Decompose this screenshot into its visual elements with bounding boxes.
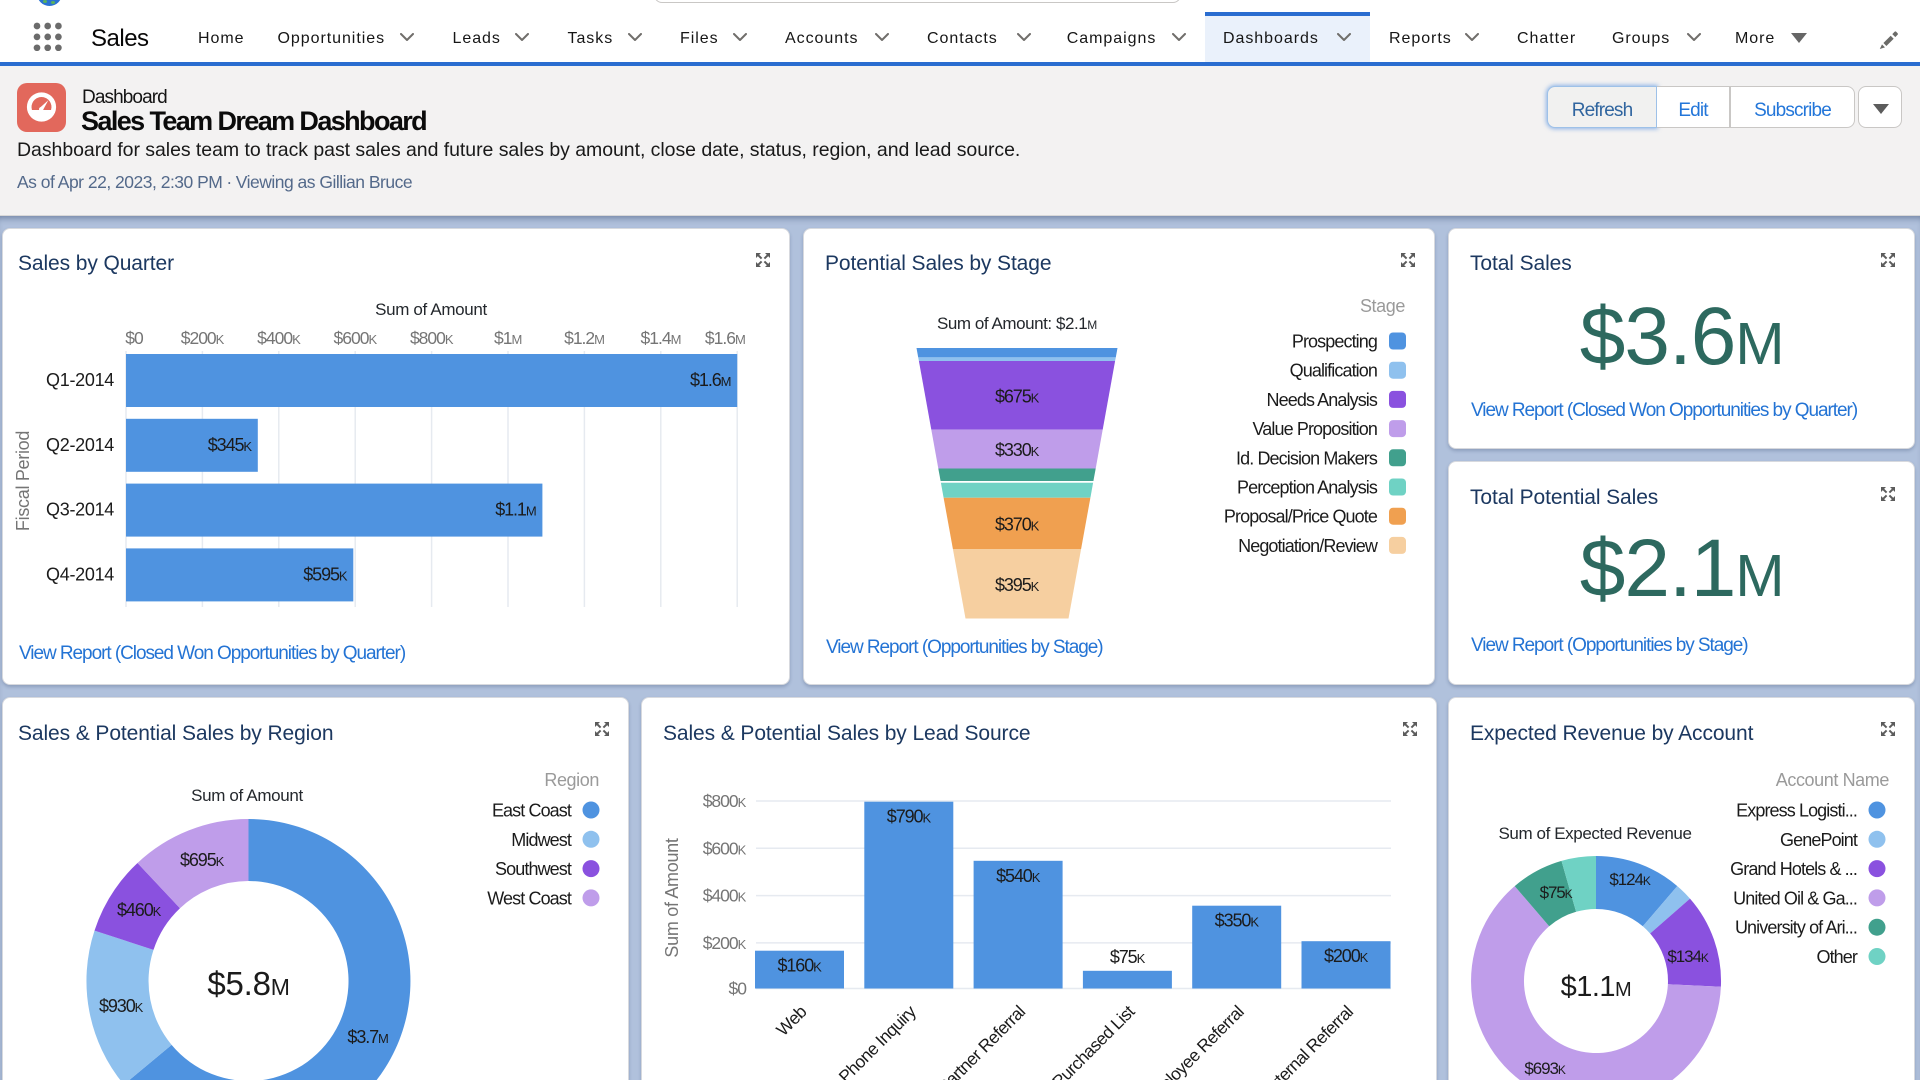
svg-text:Express Logisti...: Express Logisti... xyxy=(1736,801,1857,821)
svg-text:Q4-2014: Q4-2014 xyxy=(46,564,114,584)
svg-text:GenePoint: GenePoint xyxy=(1780,830,1858,850)
svg-text:Qualification: Qualification xyxy=(1290,361,1377,381)
svg-text:Needs Analysis: Needs Analysis xyxy=(1267,390,1378,410)
svg-text:$1.1M: $1.1M xyxy=(1561,971,1632,1003)
svg-text:$0: $0 xyxy=(125,328,144,348)
svg-text:$5.8M: $5.8M xyxy=(207,965,289,1002)
svg-text:Value Proposition: Value Proposition xyxy=(1253,419,1377,439)
svg-text:$1.6M: $1.6M xyxy=(705,328,746,348)
svg-text:$200K: $200K xyxy=(181,328,225,348)
svg-text:$600K: $600K xyxy=(334,328,378,348)
svg-text:Purchased List: Purchased List xyxy=(1048,1001,1139,1080)
svg-text:Southwest: Southwest xyxy=(495,859,572,879)
svg-text:Sum of Amount: Sum of Amount xyxy=(662,838,682,957)
svg-text:East Coast: East Coast xyxy=(492,801,572,821)
svg-text:Midwest: Midwest xyxy=(511,830,572,850)
svg-text:Prospecting: Prospecting xyxy=(1292,332,1377,352)
svg-text:Region: Region xyxy=(544,770,599,790)
svg-text:Q3-2014: Q3-2014 xyxy=(46,500,114,520)
svg-text:Id. Decision Makers: Id. Decision Makers xyxy=(1236,448,1378,468)
svg-text:Partner Referral: Partner Referral xyxy=(934,1002,1029,1080)
svg-text:Other: Other xyxy=(1816,947,1857,967)
svg-text:Sum of Amount: $2.1M: Sum of Amount: $2.1M xyxy=(937,314,1097,333)
svg-text:$1.2M: $1.2M xyxy=(564,328,605,348)
svg-text:$1M: $1M xyxy=(494,328,522,348)
svg-text:$600K: $600K xyxy=(703,838,747,858)
svg-text:$2.1M: $2.1M xyxy=(1580,523,1784,614)
svg-text:Account Name: Account Name xyxy=(1776,770,1890,790)
svg-text:$1.4M: $1.4M xyxy=(641,328,682,348)
svg-text:Stage: Stage xyxy=(1360,296,1405,316)
svg-text:Sum of Expected Revenue: Sum of Expected Revenue xyxy=(1498,824,1691,843)
svg-text:Sum of Amount: Sum of Amount xyxy=(191,786,303,805)
svg-text:Q2-2014: Q2-2014 xyxy=(46,435,114,455)
svg-text:Phone Inquiry: Phone Inquiry xyxy=(835,1001,921,1080)
svg-text:$400K: $400K xyxy=(703,886,747,906)
svg-text:$400K: $400K xyxy=(257,328,301,348)
svg-text:$200K: $200K xyxy=(703,933,747,953)
svg-text:$3.6M: $3.6M xyxy=(1580,291,1784,382)
svg-text:West Coast: West Coast xyxy=(487,888,572,908)
svg-text:United Oil & Ga...: United Oil & Ga... xyxy=(1733,888,1857,908)
svg-text:University of Ari...: University of Ari... xyxy=(1735,918,1857,938)
svg-text:Perception Analysis: Perception Analysis xyxy=(1237,478,1378,498)
svg-text:Web: Web xyxy=(772,1002,810,1040)
svg-text:Proposal/Price Quote: Proposal/Price Quote xyxy=(1224,507,1378,527)
svg-text:External Referral: External Referral xyxy=(1257,1002,1357,1080)
svg-text:Negotiation/Review: Negotiation/Review xyxy=(1238,536,1379,556)
svg-text:$0: $0 xyxy=(729,979,748,999)
svg-text:Grand Hotels & ...: Grand Hotels & ... xyxy=(1730,859,1857,879)
svg-text:$800K: $800K xyxy=(410,328,454,348)
svg-text:$75K: $75K xyxy=(1110,947,1146,967)
svg-text:Sum of Amount: Sum of Amount xyxy=(375,300,487,319)
svg-text:Fiscal Period: Fiscal Period xyxy=(13,431,33,531)
svg-text:$800K: $800K xyxy=(703,791,747,811)
svg-text:Employee Referral: Employee Referral xyxy=(1138,1002,1247,1080)
svg-text:Q1-2014: Q1-2014 xyxy=(46,370,114,390)
